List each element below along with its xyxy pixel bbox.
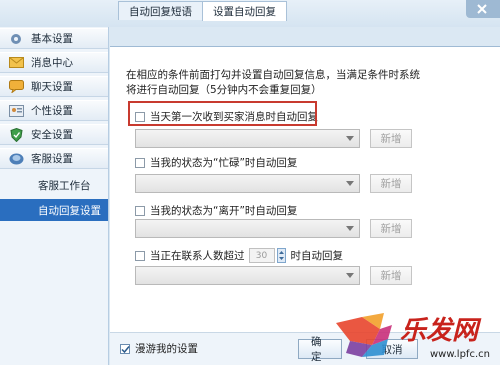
rule-contacts-add-button[interactable]: 新增 <box>370 266 412 285</box>
chevron-down-icon <box>346 136 354 141</box>
profile-card-icon <box>8 104 24 118</box>
shield-icon <box>8 127 24 142</box>
roaming-settings-row: 漫游我的设置 <box>120 341 198 356</box>
sidebar-item-label: 个性设置 <box>31 105 73 117</box>
rule-contacts-checkbox[interactable] <box>135 250 145 261</box>
rule-contacts-label-before: 当正在联系人数超过 <box>150 250 245 262</box>
sidebar-item-basic-settings[interactable]: 基本设置 <box>0 28 108 49</box>
auto-reply-description: 在相应的条件前面打勾并设置自动回复信息，当满足条件时系统将进行自动回复（5分钟内… <box>126 69 420 96</box>
chevron-down-icon <box>346 273 354 278</box>
gear-icon <box>8 32 24 46</box>
sidebar-item-message-center[interactable]: 消息中心 <box>0 52 108 73</box>
rule-away-row: 当我的状态为“离开”时自动回复 <box>135 203 297 218</box>
watermark-url: www.lpfc.cn <box>430 349 490 360</box>
contacts-count-input[interactable]: 30 <box>248 248 275 263</box>
sidebar-item-label: 安全设置 <box>31 129 73 141</box>
window-close-button[interactable] <box>466 0 500 18</box>
sidebar-item-security-settings[interactable]: 安全设置 <box>0 124 108 145</box>
chevron-up-icon <box>278 250 284 254</box>
rule-busy-label: 当我的状态为“忙碌”时自动回复 <box>150 157 298 169</box>
rule-contacts-select[interactable] <box>135 266 360 285</box>
sidebar-item-label: 客服设置 <box>31 153 73 165</box>
highlight-box <box>128 101 317 126</box>
contacts-count-stepper[interactable] <box>276 248 286 263</box>
checkmark-icon <box>121 345 130 353</box>
sidebar-item-chat-settings[interactable]: 聊天设置 <box>0 76 108 97</box>
site-watermark-logo: 乐发网 www.lpfc.cn <box>336 313 490 360</box>
tab-bar <box>110 27 500 47</box>
tab-set-auto-reply[interactable]: 设置自动回复 <box>202 1 287 21</box>
rule-busy-checkbox[interactable] <box>135 157 145 168</box>
chevron-down-icon <box>278 257 284 261</box>
sidebar-item-personal-settings[interactable]: 个性设置 <box>0 100 108 121</box>
rule-contacts-label-after: 时自动回复 <box>290 250 344 262</box>
sidebar-item-label: 基本设置 <box>31 33 73 45</box>
envelope-icon <box>8 56 24 70</box>
rule-busy-add-button[interactable]: 新增 <box>370 174 412 193</box>
chat-icon <box>8 80 24 94</box>
rule-away-select[interactable] <box>135 219 360 238</box>
sidebar-item-customer-service-settings[interactable]: 客服设置 <box>0 148 108 169</box>
rule-busy-select[interactable] <box>135 174 360 193</box>
chevron-down-icon <box>346 181 354 186</box>
rule-away-label: 当我的状态为“离开”时自动回复 <box>150 205 298 217</box>
chevron-down-icon <box>346 226 354 231</box>
rule-first-message-add-button[interactable]: 新增 <box>370 129 412 148</box>
customer-service-icon <box>8 152 24 166</box>
rule-away-checkbox[interactable] <box>135 205 145 216</box>
roaming-settings-label: 漫游我的设置 <box>135 343 198 355</box>
rule-away-add-button[interactable]: 新增 <box>370 219 412 238</box>
sidebar-subitem-auto-reply-settings[interactable]: 自动回复设置 <box>0 199 108 221</box>
rule-contacts-row: 当正在联系人数超过 30 时自动回复 <box>135 248 343 263</box>
sidebar-item-label: 消息中心 <box>31 57 73 69</box>
rule-first-message-select[interactable] <box>135 129 360 148</box>
roaming-settings-checkbox[interactable] <box>120 343 130 354</box>
sidebar-item-label: 聊天设置 <box>31 81 73 93</box>
sidebar-subitem-service-workbench[interactable]: 客服工作台 <box>0 174 108 196</box>
tab-auto-reply-phrases[interactable]: 自动回复短语 <box>118 1 203 20</box>
close-icon <box>477 4 487 14</box>
watermark-brand: 乐发网 <box>400 316 482 346</box>
rule-busy-row: 当我的状态为“忙碌”时自动回复 <box>135 155 297 170</box>
